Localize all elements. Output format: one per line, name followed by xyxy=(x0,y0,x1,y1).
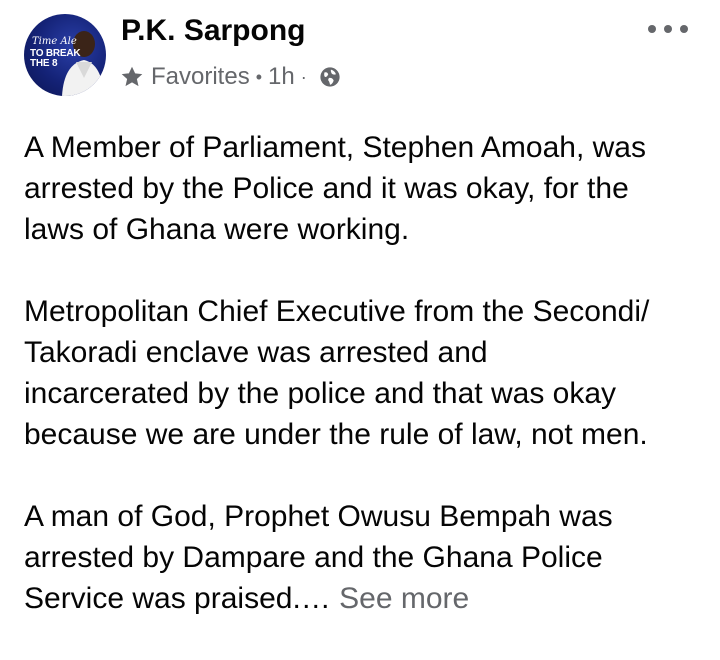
avatar-caption: TO BREAK THE 8 xyxy=(30,48,81,69)
post-paragraph-1: A Member of Parliament, Stephen Amoah, w… xyxy=(24,131,646,246)
audience-label[interactable]: Favorites xyxy=(151,63,250,91)
star-icon xyxy=(121,66,143,87)
meta-separator-2: · xyxy=(300,66,307,87)
more-options-button[interactable] xyxy=(648,17,688,41)
more-horizontal-icon-dot-1 xyxy=(648,25,656,33)
more-horizontal-icon-dot-2 xyxy=(664,25,672,33)
post-time[interactable]: 1h xyxy=(268,63,295,91)
author-name[interactable]: P.K. Sarpong xyxy=(121,14,305,48)
globe-icon[interactable] xyxy=(319,66,341,88)
post-meta: Favorites • 1h · xyxy=(119,62,341,92)
see-more-link[interactable]: See more xyxy=(339,582,469,615)
post-paragraph-2: Metropolitan Chief Executive from the Se… xyxy=(24,295,650,451)
avatar-caption-script: Time Ale xyxy=(32,36,77,47)
post-paragraph-3: A man of God, Prophet Owusu Bempah was a… xyxy=(24,496,704,619)
post-text: A Member of Parliament, Stephen Amoah, w… xyxy=(24,127,704,660)
more-horizontal-icon-dot-3 xyxy=(680,25,688,33)
post-header: Time Ale TO BREAK THE 8 P.K. Sarpong Fav… xyxy=(0,0,720,110)
post-paragraph-3-text: A man of God, Prophet Owusu Bempah was a… xyxy=(24,500,613,615)
avatar[interactable]: Time Ale TO BREAK THE 8 xyxy=(24,14,106,96)
meta-separator: • xyxy=(255,66,263,87)
